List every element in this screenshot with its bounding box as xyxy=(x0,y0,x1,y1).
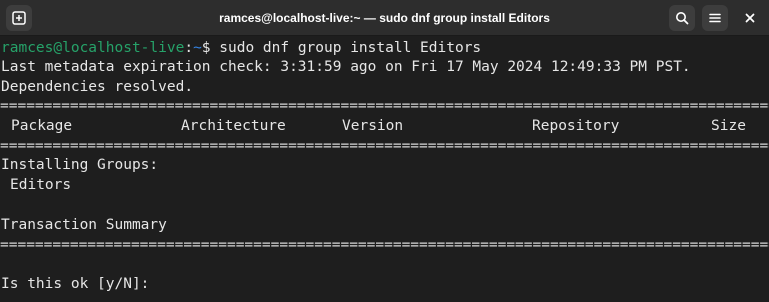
dependencies-line: Dependencies resolved. xyxy=(1,79,194,95)
title-bar: ramces@localhost-live:~ — sudo dnf group… xyxy=(0,0,769,36)
confirm-prompt[interactable]: Is this ok [y/N]: xyxy=(1,274,158,294)
command-text: sudo dnf group install Editors xyxy=(210,40,482,56)
separator-line: ========================================… xyxy=(0,98,769,114)
installing-groups-line: Installing Groups: xyxy=(1,157,159,173)
header-package: Package xyxy=(11,118,73,134)
table-header-row: Package Architecture Version Repository … xyxy=(1,116,769,136)
terminal-output[interactable]: ramces@localhost-live:~$ sudo dnf group … xyxy=(0,37,769,302)
header-architecture: Architecture xyxy=(181,118,286,134)
search-icon xyxy=(676,12,689,25)
prompt-separator: : xyxy=(184,40,194,56)
prompt-directory: ~ xyxy=(193,40,202,56)
window-title: ramces@localhost-live:~ — sudo dnf group… xyxy=(219,11,550,25)
separator-line: ========================================… xyxy=(0,138,769,154)
search-button[interactable] xyxy=(669,5,695,31)
prompt-symbol: $ xyxy=(201,40,211,56)
transaction-summary-line: Transaction Summary xyxy=(1,217,167,233)
hamburger-menu-icon xyxy=(709,13,721,23)
header-version: Version xyxy=(342,118,404,134)
separator-line: ========================================… xyxy=(0,237,769,253)
command-line: ramces@localhost-live:~$ sudo dnf group … xyxy=(1,38,481,58)
metadata-line: Last metadata expiration check: 3:31:59 … xyxy=(1,59,691,75)
header-size: Size xyxy=(711,118,746,134)
header-repository: Repository xyxy=(532,118,620,134)
new-tab-icon xyxy=(12,11,26,25)
group-name-line: Editors xyxy=(10,177,72,193)
terminal-window: ramces@localhost-live:~ — sudo dnf group… xyxy=(0,0,769,302)
new-tab-button[interactable] xyxy=(6,5,32,31)
prompt-user: ramces@localhost-live xyxy=(1,40,185,56)
close-button[interactable] xyxy=(737,5,763,31)
menu-button[interactable] xyxy=(702,5,728,31)
close-icon xyxy=(745,13,755,23)
